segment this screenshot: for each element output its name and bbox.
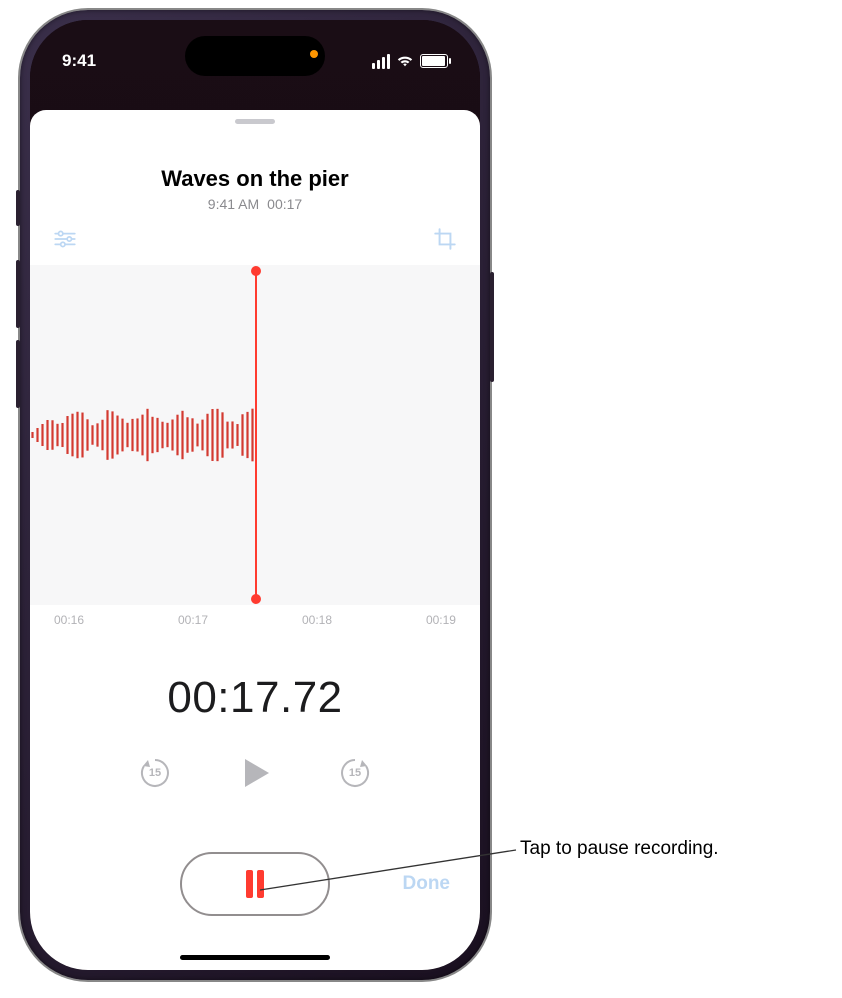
title-area: Waves on the pier 9:41 AM 00:17	[30, 166, 480, 212]
timeline-tick: 00:19	[426, 613, 456, 627]
play-button[interactable]	[237, 755, 273, 791]
recording-title: Waves on the pier	[30, 166, 480, 192]
status-right	[372, 54, 448, 69]
screen: 9:41 Waves on the pier 9:41 AM 00:17	[30, 20, 480, 970]
wifi-icon	[396, 54, 414, 68]
elapsed-time: 00:17.72	[30, 673, 480, 723]
battery-icon	[420, 54, 448, 68]
bottom-row: Done	[30, 852, 480, 916]
recording-duration: 00:17	[267, 196, 302, 212]
sheet-grabber[interactable]	[235, 119, 275, 124]
skip-back-seconds: 15	[137, 755, 173, 791]
timeline-tick: 00:18	[302, 613, 332, 627]
skip-forward-seconds: 15	[337, 755, 373, 791]
trim-icon[interactable]	[432, 226, 458, 257]
recording-indicator-icon	[310, 50, 318, 58]
pause-button[interactable]	[180, 852, 330, 916]
skip-back-button[interactable]: 15	[137, 755, 173, 791]
playback-controls: 15 15	[30, 755, 480, 791]
playhead[interactable]	[255, 271, 257, 599]
mute-switch	[16, 190, 20, 226]
volume-up-button	[16, 260, 20, 328]
power-button	[490, 272, 494, 382]
tool-row	[30, 212, 480, 257]
cellular-icon	[372, 54, 390, 69]
done-button[interactable]: Done	[403, 873, 451, 895]
waveform-panel[interactable]	[30, 265, 480, 605]
recording-subtitle: 9:41 AM 00:17	[30, 196, 480, 212]
status-time: 9:41	[62, 51, 96, 71]
phone-frame: 9:41 Waves on the pier 9:41 AM 00:17	[20, 10, 490, 980]
home-indicator[interactable]	[180, 955, 330, 960]
waveform	[30, 385, 255, 485]
volume-down-button	[16, 340, 20, 408]
callout-text: Tap to pause recording.	[520, 838, 719, 860]
recording-sheet: Waves on the pier 9:41 AM 00:17	[30, 110, 480, 970]
timeline-tick: 00:17	[178, 613, 208, 627]
timeline: 00:16 00:17 00:18 00:19	[30, 605, 480, 627]
recording-time-of-day: 9:41 AM	[208, 196, 259, 212]
dynamic-island	[185, 36, 325, 76]
skip-forward-button[interactable]: 15	[337, 755, 373, 791]
settings-icon[interactable]	[52, 226, 78, 257]
timeline-tick: 00:16	[54, 613, 84, 627]
